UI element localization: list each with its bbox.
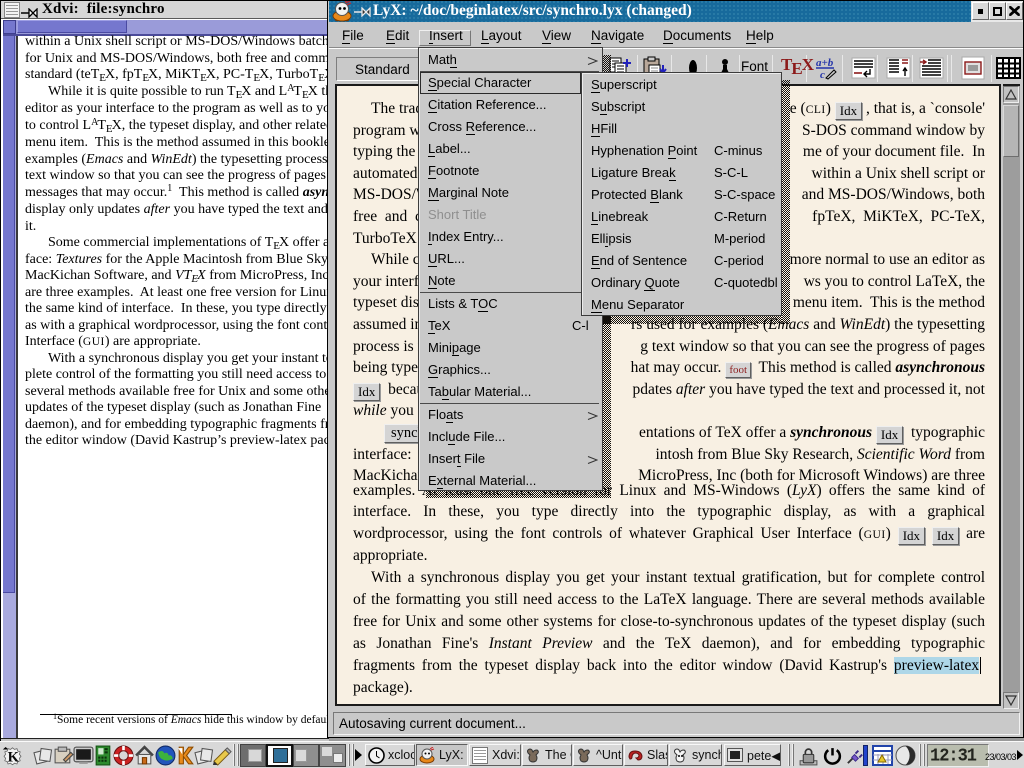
svg-text:a+b: a+b [816, 57, 834, 69]
svg-text:K: K [8, 750, 20, 766]
svg-text:c: c [820, 69, 825, 80]
